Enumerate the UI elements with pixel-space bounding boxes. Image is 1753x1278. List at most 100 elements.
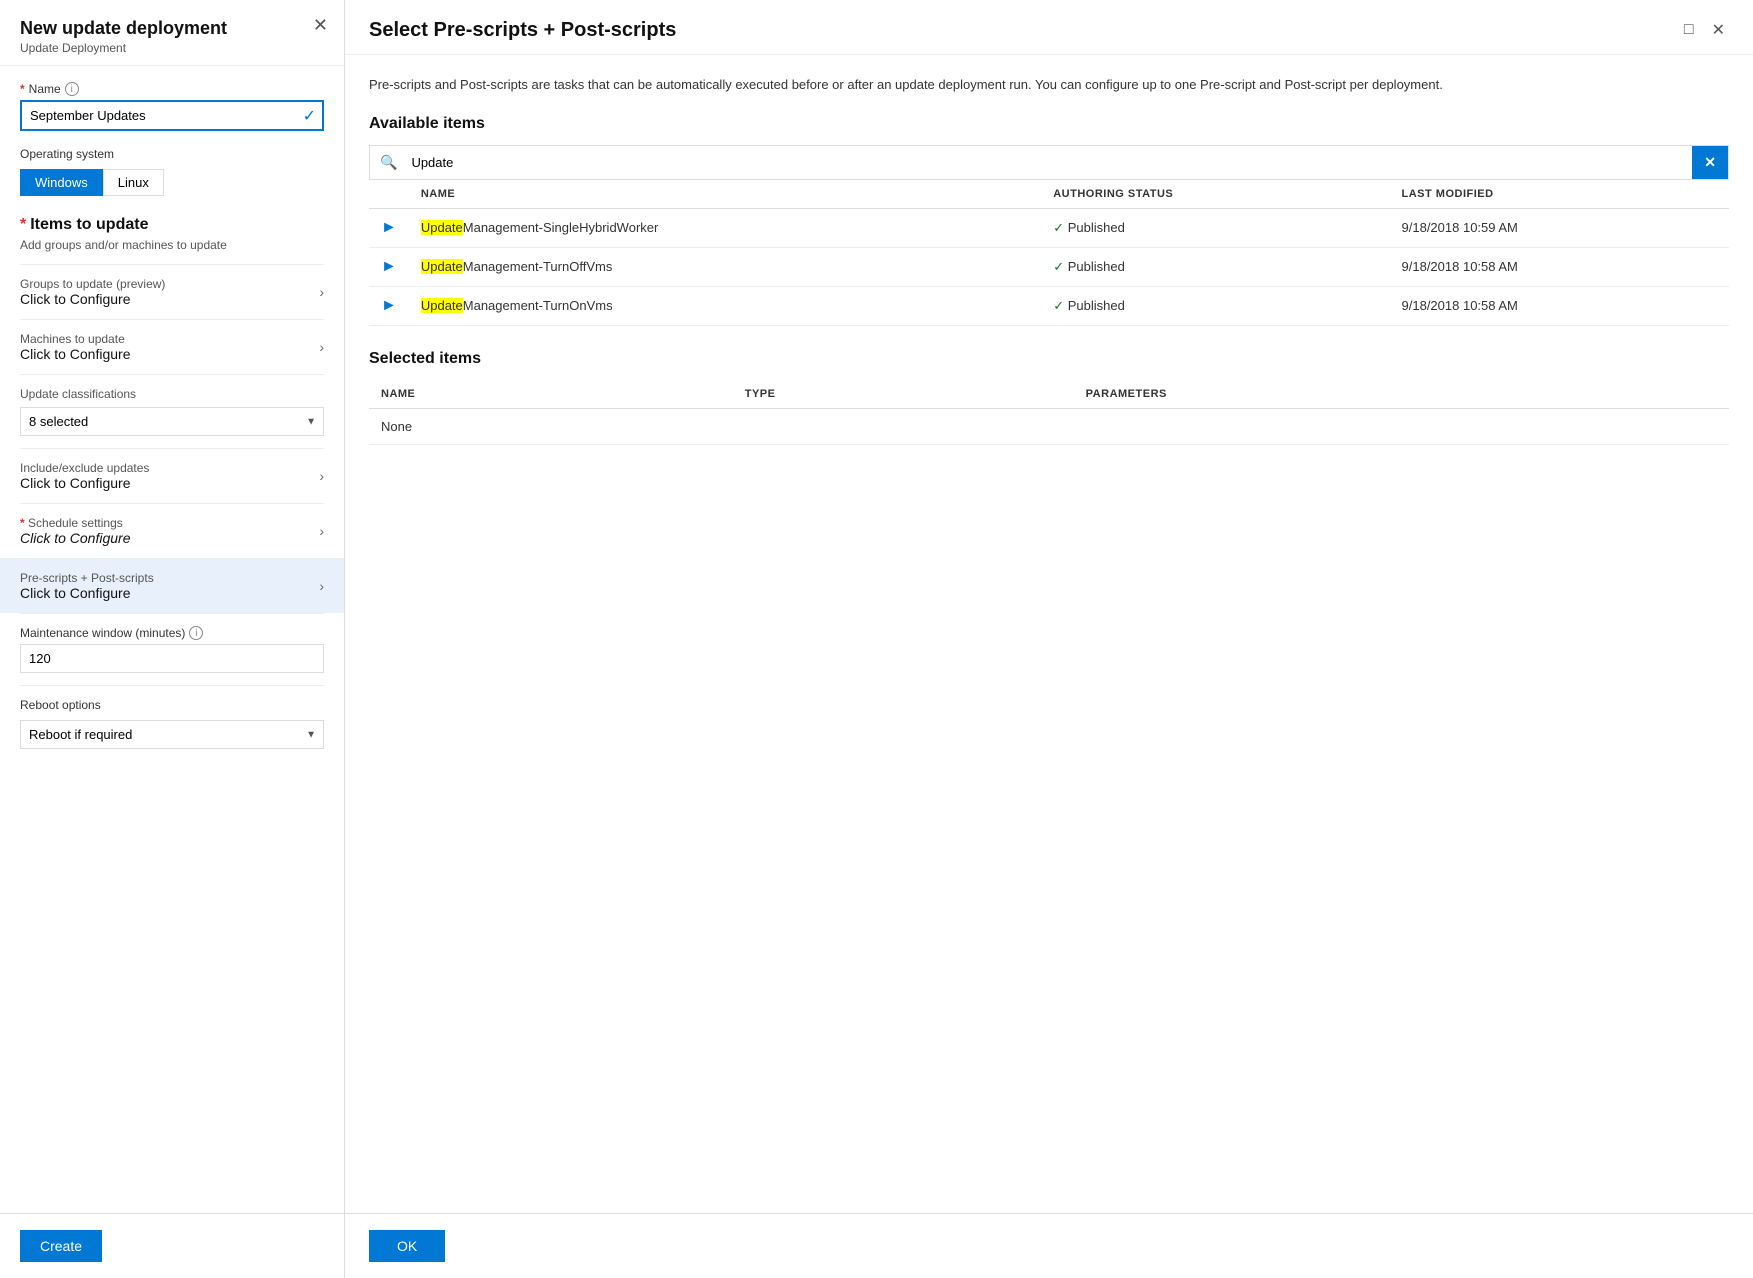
script-icon: ► [381,297,397,314]
panel-title: New update deployment [20,18,324,39]
name-check-icon: ✓ [303,106,316,126]
left-panel-body: * Name i ✓ Operating system Windows Linu… [0,66,344,1213]
close-button[interactable]: ✕ [313,16,328,34]
reboot-dropdown[interactable]: Reboot if required Never reboot Always r… [20,720,324,749]
os-linux-button[interactable]: Linux [103,169,164,196]
pre-post-chevron-icon: › [319,578,324,594]
ok-button[interactable]: OK [369,1230,445,1262]
selected-table-header-row: NAME TYPE PARAMETERS [369,380,1729,409]
reboot-label: Reboot options [20,698,324,712]
row-status-cell: ✓ Published [1041,247,1389,286]
schedule-required-star: * [20,516,25,530]
published-check-icon: ✓ [1053,259,1064,274]
right-panel-footer: OK [345,1213,1753,1278]
pre-post-value: Click to Configure [20,585,319,601]
selected-col-name: NAME [369,380,733,409]
maximize-button[interactable]: □ [1680,19,1698,41]
maintenance-section: Maintenance window (minutes) i [20,613,324,685]
schedule-config-content: * Schedule settings Click to Configure [20,516,319,546]
row-status-cell: ✓ Published [1041,286,1389,325]
available-items-heading: Available items [369,115,1729,133]
classifications-label: Update classifications [20,387,324,401]
selected-none-row: None [369,408,1729,444]
row-name-cell: UpdateManagement-SingleHybridWorker [409,208,1041,247]
table-row[interactable]: ► UpdateManagement-SingleHybridWorker ✓ … [369,208,1729,247]
left-panel-header: New update deployment Update Deployment … [0,0,344,66]
include-exclude-config-row[interactable]: Include/exclude updates Click to Configu… [20,448,324,503]
schedule-chevron-icon: › [319,523,324,539]
search-bar: 🔍 ✕ [369,145,1729,180]
table-row[interactable]: ► UpdateManagement-TurnOnVms ✓ Published… [369,286,1729,325]
groups-chevron-icon: › [319,284,324,300]
name-info-icon[interactable]: i [65,82,79,96]
row-status-cell: ✓ Published [1041,208,1389,247]
row-name-cell: UpdateManagement-TurnOffVms [409,247,1041,286]
machines-config-row[interactable]: Machines to update Click to Configure › [20,319,324,374]
name-highlight: Update [421,220,463,235]
right-panel-body: Pre-scripts and Post-scripts are tasks t… [345,55,1753,1213]
search-clear-button[interactable]: ✕ [1692,146,1728,179]
maintenance-info-icon[interactable]: i [189,626,203,640]
item-name-link[interactable]: UpdateManagement-TurnOnVms [421,298,613,313]
groups-label: Groups to update (preview) [20,277,319,291]
left-panel-footer: Create [0,1213,344,1278]
groups-config-content: Groups to update (preview) Click to Conf… [20,277,319,307]
available-col-modified: LAST MODIFIED [1390,180,1729,209]
row-modified-cell: 9/18/2018 10:58 AM [1390,286,1729,325]
name-highlight: Update [421,259,463,274]
groups-config-row[interactable]: Groups to update (preview) Click to Conf… [20,264,324,319]
published-check-icon: ✓ [1053,298,1064,313]
search-icon: 🔍 [370,146,407,179]
row-icon-cell: ► [369,286,409,325]
schedule-label: * Schedule settings [20,516,319,530]
reboot-section: Reboot options Reboot if required Never … [20,685,324,761]
name-label: * Name i [20,82,324,96]
selected-none-text: None [369,408,1729,444]
script-icon: ► [381,219,397,236]
name-input-wrapper: ✓ [20,100,324,131]
include-exclude-config-content: Include/exclude updates Click to Configu… [20,461,319,491]
row-name-cell: UpdateManagement-TurnOnVms [409,286,1041,325]
selected-items-section: Selected items NAME TYPE PARAMETERS None [369,350,1729,445]
machines-config-content: Machines to update Click to Configure [20,332,319,362]
search-input[interactable] [407,147,1692,178]
items-required-star: * [20,216,26,234]
pre-post-config-content: Pre-scripts + Post-scripts Click to Conf… [20,571,319,601]
row-icon-cell: ► [369,208,409,247]
schedule-value: Click to Configure [20,530,319,546]
row-icon-cell: ► [369,247,409,286]
selected-items-table: NAME TYPE PARAMETERS None [369,380,1729,445]
pre-post-label: Pre-scripts + Post-scripts [20,571,319,585]
selected-col-type: TYPE [733,380,1074,409]
description-text: Pre-scripts and Post-scripts are tasks t… [369,75,1729,95]
classifications-dropdown[interactable]: 8 selected [20,407,324,436]
items-desc: Add groups and/or machines to update [20,238,324,252]
schedule-config-row[interactable]: * Schedule settings Click to Configure › [20,503,324,558]
machines-value: Click to Configure [20,346,319,362]
table-row[interactable]: ► UpdateManagement-TurnOffVms ✓ Publishe… [369,247,1729,286]
right-panel-header: Select Pre-scripts + Post-scripts □ ✕ [345,0,1753,55]
available-col-status: AUTHORING STATUS [1041,180,1389,209]
row-modified-cell: 9/18/2018 10:59 AM [1390,208,1729,247]
right-close-button[interactable]: ✕ [1708,18,1729,42]
machines-label: Machines to update [20,332,319,346]
published-check-icon: ✓ [1053,220,1064,235]
name-input[interactable] [20,100,324,131]
reboot-dropdown-wrapper: Reboot if required Never reboot Always r… [20,720,324,749]
classifications-section: Update classifications 8 selected [20,374,324,448]
name-highlight: Update [421,298,463,313]
available-table-header-row: NAME AUTHORING STATUS LAST MODIFIED [369,180,1729,209]
available-col-name: NAME [409,180,1041,209]
left-panel: New update deployment Update Deployment … [0,0,345,1278]
available-items-table: NAME AUTHORING STATUS LAST MODIFIED ► Up… [369,180,1729,326]
available-col-icon [369,180,409,209]
os-label: Operating system [20,147,324,161]
items-title: * Items to update [20,216,324,234]
create-button[interactable]: Create [20,1230,102,1262]
maintenance-input[interactable] [20,644,324,673]
os-windows-button[interactable]: Windows [20,169,103,196]
item-name-link[interactable]: UpdateManagement-TurnOffVms [421,259,612,274]
pre-post-config-row[interactable]: Pre-scripts + Post-scripts Click to Conf… [0,558,344,613]
item-name-link[interactable]: UpdateManagement-SingleHybridWorker [421,220,659,235]
include-exclude-label: Include/exclude updates [20,461,319,475]
